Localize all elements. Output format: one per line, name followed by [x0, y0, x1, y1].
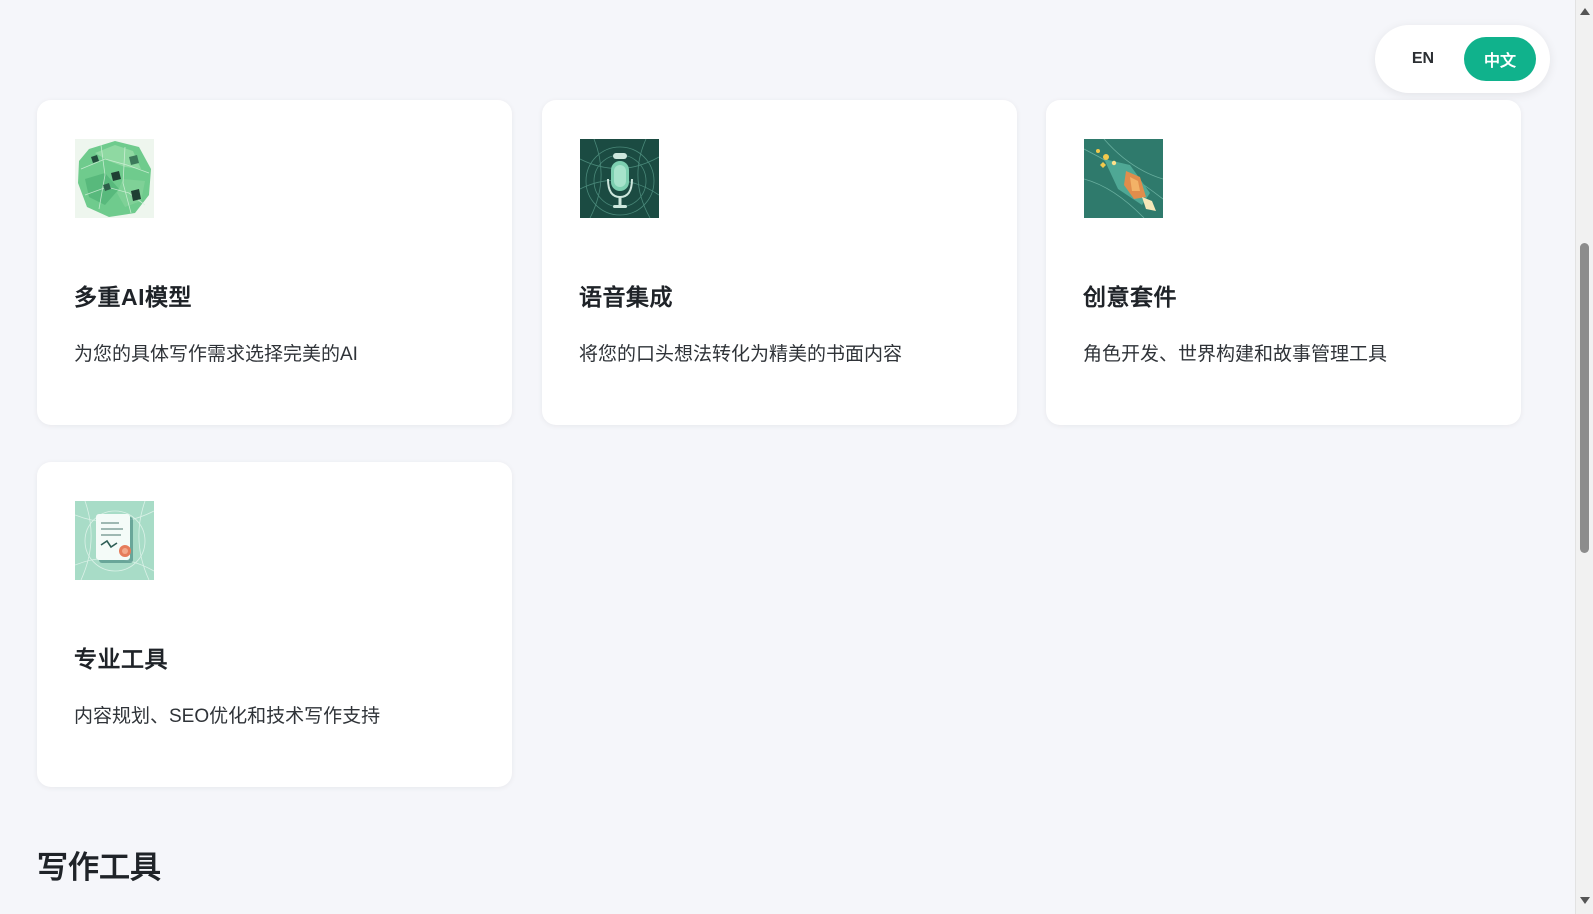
scroll-thumb[interactable] [1580, 243, 1589, 553]
feature-description: 角色开发、世界构建和故事管理工具 [1083, 344, 1388, 365]
feature-card-ai-models[interactable]: 多重AI模型 为您的具体写作需求选择完美的AI [37, 100, 512, 425]
feature-card-voice[interactable]: 语音集成 将您的口头想法转化为精美的书面内容 [542, 100, 1017, 425]
scroll-up-arrow-icon[interactable] [1580, 8, 1590, 15]
page-viewport: EN 中文 多重AI模型 为您的具体写作需求选择完美的AI 语音集成 将您的口头… [0, 0, 1575, 914]
language-switch: EN 中文 [1375, 25, 1550, 93]
creative-rocket-icon [1084, 139, 1163, 218]
feature-title: 创意套件 [1083, 284, 1177, 310]
feature-title: 语音集成 [579, 284, 673, 310]
feature-description: 内容规划、SEO优化和技术写作支持 [74, 706, 381, 727]
language-zh-button[interactable]: 中文 [1464, 37, 1536, 81]
feature-card-professional-tools[interactable]: 专业工具 内容规划、SEO优化和技术写作支持 [37, 462, 512, 787]
feature-description: 为您的具体写作需求选择完美的AI [74, 344, 358, 365]
feature-title: 专业工具 [74, 646, 168, 672]
language-en-button[interactable]: EN [1393, 37, 1453, 81]
vertical-scrollbar[interactable] [1575, 0, 1593, 914]
feature-card-creative-suite[interactable]: 创意套件 角色开发、世界构建和故事管理工具 [1046, 100, 1521, 425]
ai-models-icon [75, 139, 154, 218]
section-title-writing-tools: 写作工具 [37, 850, 161, 885]
document-icon [75, 501, 154, 580]
feature-description: 将您的口头想法转化为精美的书面内容 [579, 344, 903, 365]
microphone-icon [580, 139, 659, 218]
scroll-down-arrow-icon[interactable] [1580, 897, 1590, 904]
feature-title: 多重AI模型 [74, 284, 192, 310]
